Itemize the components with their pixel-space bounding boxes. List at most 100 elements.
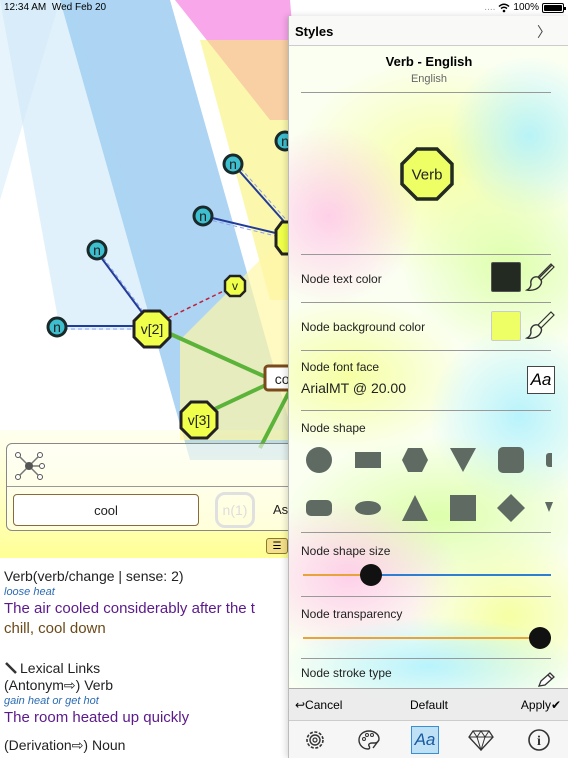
status-bar: 12:34 AM Wed Feb 20 .... 100% <box>0 0 568 16</box>
info-icon: i <box>528 729 550 751</box>
tab-settings[interactable] <box>301 726 329 754</box>
example-1: The air cooled considerably after the t <box>4 600 255 617</box>
node-v3[interactable]: v[3] <box>179 400 219 440</box>
wifi-icon <box>498 3 510 12</box>
lexical-links-heading: Lexical Links <box>4 658 294 677</box>
node-transparency-label: Node transparency <box>301 607 403 621</box>
node-n-mid[interactable]: n <box>222 153 244 175</box>
separator <box>301 92 551 93</box>
node-n-left[interactable]: n <box>46 316 68 338</box>
toolbox-divider <box>7 486 305 487</box>
shape-rounded-square[interactable] <box>498 447 524 473</box>
style-name: Verb - English <box>385 54 473 69</box>
panel-header: Styles 〉 <box>289 16 568 46</box>
status-date: Wed Feb 20 <box>51 2 107 13</box>
apply-button[interactable]: Apply✔ <box>521 698 561 712</box>
definition-text: Verb(verb/change | sense: 2) loose heat … <box>4 568 294 755</box>
sense-header: Verb(verb/change | sense: 2) <box>4 568 184 584</box>
style-language: English <box>410 73 448 85</box>
font-icon: Aa <box>414 730 436 749</box>
separator <box>301 658 551 659</box>
node-text-color-swatch[interactable] <box>491 262 521 292</box>
node-n-upper[interactable]: n <box>86 239 108 261</box>
node-transparency-slider[interactable] <box>303 627 551 649</box>
node-v-small-label: v <box>232 279 238 293</box>
as-label: As <box>273 502 289 517</box>
node-shape-size-label: Node shape size <box>301 544 391 558</box>
node-shape-label: Node shape <box>301 421 366 435</box>
shape-hexagon[interactable] <box>401 446 429 474</box>
battery-percent: 100% <box>513 2 539 13</box>
node-bg-color-label: Node background color <box>301 320 426 334</box>
lexical-links-label: Lexical Links <box>20 659 101 676</box>
node-n-left-upper[interactable]: n <box>192 205 214 227</box>
node-font-face-value: ArialMT @ 20.00 <box>301 380 406 396</box>
node-v2[interactable]: v[2] <box>132 309 172 349</box>
node-n-mid-label: n <box>229 156 237 172</box>
slider-knob[interactable] <box>359 564 382 586</box>
status-time: 12:34 AM <box>4 2 47 13</box>
node-v2-label: v[2] <box>141 321 164 337</box>
tab-palette[interactable] <box>355 726 383 754</box>
palette-icon <box>358 730 380 750</box>
separator <box>301 254 551 255</box>
diamond-icon <box>468 730 494 751</box>
shape-rectangle[interactable] <box>355 452 381 468</box>
ghost-node: n(1) <box>215 492 255 528</box>
battery-icon <box>542 2 566 13</box>
node-text-color-label: Node text color <box>301 272 382 286</box>
styles-panel: Styles 〉 Verb - English English Verb Nod… <box>288 16 568 758</box>
synonyms-1[interactable]: chill, cool down <box>4 620 294 640</box>
tab-diamond[interactable] <box>467 726 495 754</box>
shape-square[interactable] <box>450 495 476 521</box>
node-n-left-label: n <box>53 319 61 335</box>
shape-triangle-down[interactable] <box>450 448 476 472</box>
word-button[interactable]: cool <box>13 494 199 526</box>
node-n-left-upper-label: n <box>199 208 207 224</box>
info-icon-glyph: i <box>537 734 541 749</box>
separator <box>301 410 551 411</box>
shape-circle[interactable] <box>306 447 332 473</box>
separator <box>301 532 551 533</box>
panel-title: Styles <box>295 24 334 39</box>
preview-node-label: Verb <box>412 167 443 184</box>
node-n-upper-label: n <box>93 242 101 258</box>
relation-antonym[interactable]: (Antonym⇨) Verb <box>4 677 294 695</box>
node-font-face-label: Node font face <box>301 360 380 374</box>
node-v-small[interactable]: v <box>223 274 247 298</box>
paintbrush-icon[interactable] <box>525 310 555 340</box>
font-picker-button[interactable]: Aa <box>527 366 555 394</box>
tab-info[interactable]: i <box>525 726 553 754</box>
shape-rounded-rect[interactable] <box>306 500 332 516</box>
action-bar: ↩Cancel Default Apply✔ <box>289 688 568 720</box>
gear-icon <box>306 731 324 749</box>
tab-font[interactable]: Aa <box>411 726 439 754</box>
node-bg-color-swatch[interactable] <box>491 311 521 341</box>
relation-derivation[interactable]: (Derivation⇨) Noun <box>4 737 294 755</box>
shape-ellipse[interactable] <box>355 501 381 515</box>
close-panel-button[interactable]: 〉 <box>537 22 551 42</box>
status-right: .... 100% <box>484 2 566 13</box>
gloss-2: gain heat or get hot <box>4 695 99 707</box>
separator <box>301 596 551 597</box>
signal-dots: .... <box>484 2 496 13</box>
shape-more[interactable] <box>546 453 552 467</box>
search-toolbox: cool n(1) As <box>6 443 306 531</box>
shape-more-2[interactable] <box>545 502 553 512</box>
separator <box>301 350 551 351</box>
slider-knob[interactable] <box>529 627 551 649</box>
paintbrush-icon[interactable] <box>525 262 555 292</box>
shape-diamond[interactable] <box>497 494 525 522</box>
status-time-date: 12:34 AM Wed Feb 20 <box>4 2 106 13</box>
network-icon[interactable] <box>13 450 45 482</box>
menu-handle-button[interactable]: ☰ <box>266 538 288 554</box>
shape-triangle-up[interactable] <box>402 495 428 521</box>
separator <box>301 302 551 303</box>
pencil-icon[interactable] <box>537 672 555 688</box>
preview-node: Verb <box>400 147 454 201</box>
node-shape-size-slider[interactable] <box>303 564 551 586</box>
tab-bar: Aa i <box>289 720 568 758</box>
pen-icon <box>5 661 17 674</box>
